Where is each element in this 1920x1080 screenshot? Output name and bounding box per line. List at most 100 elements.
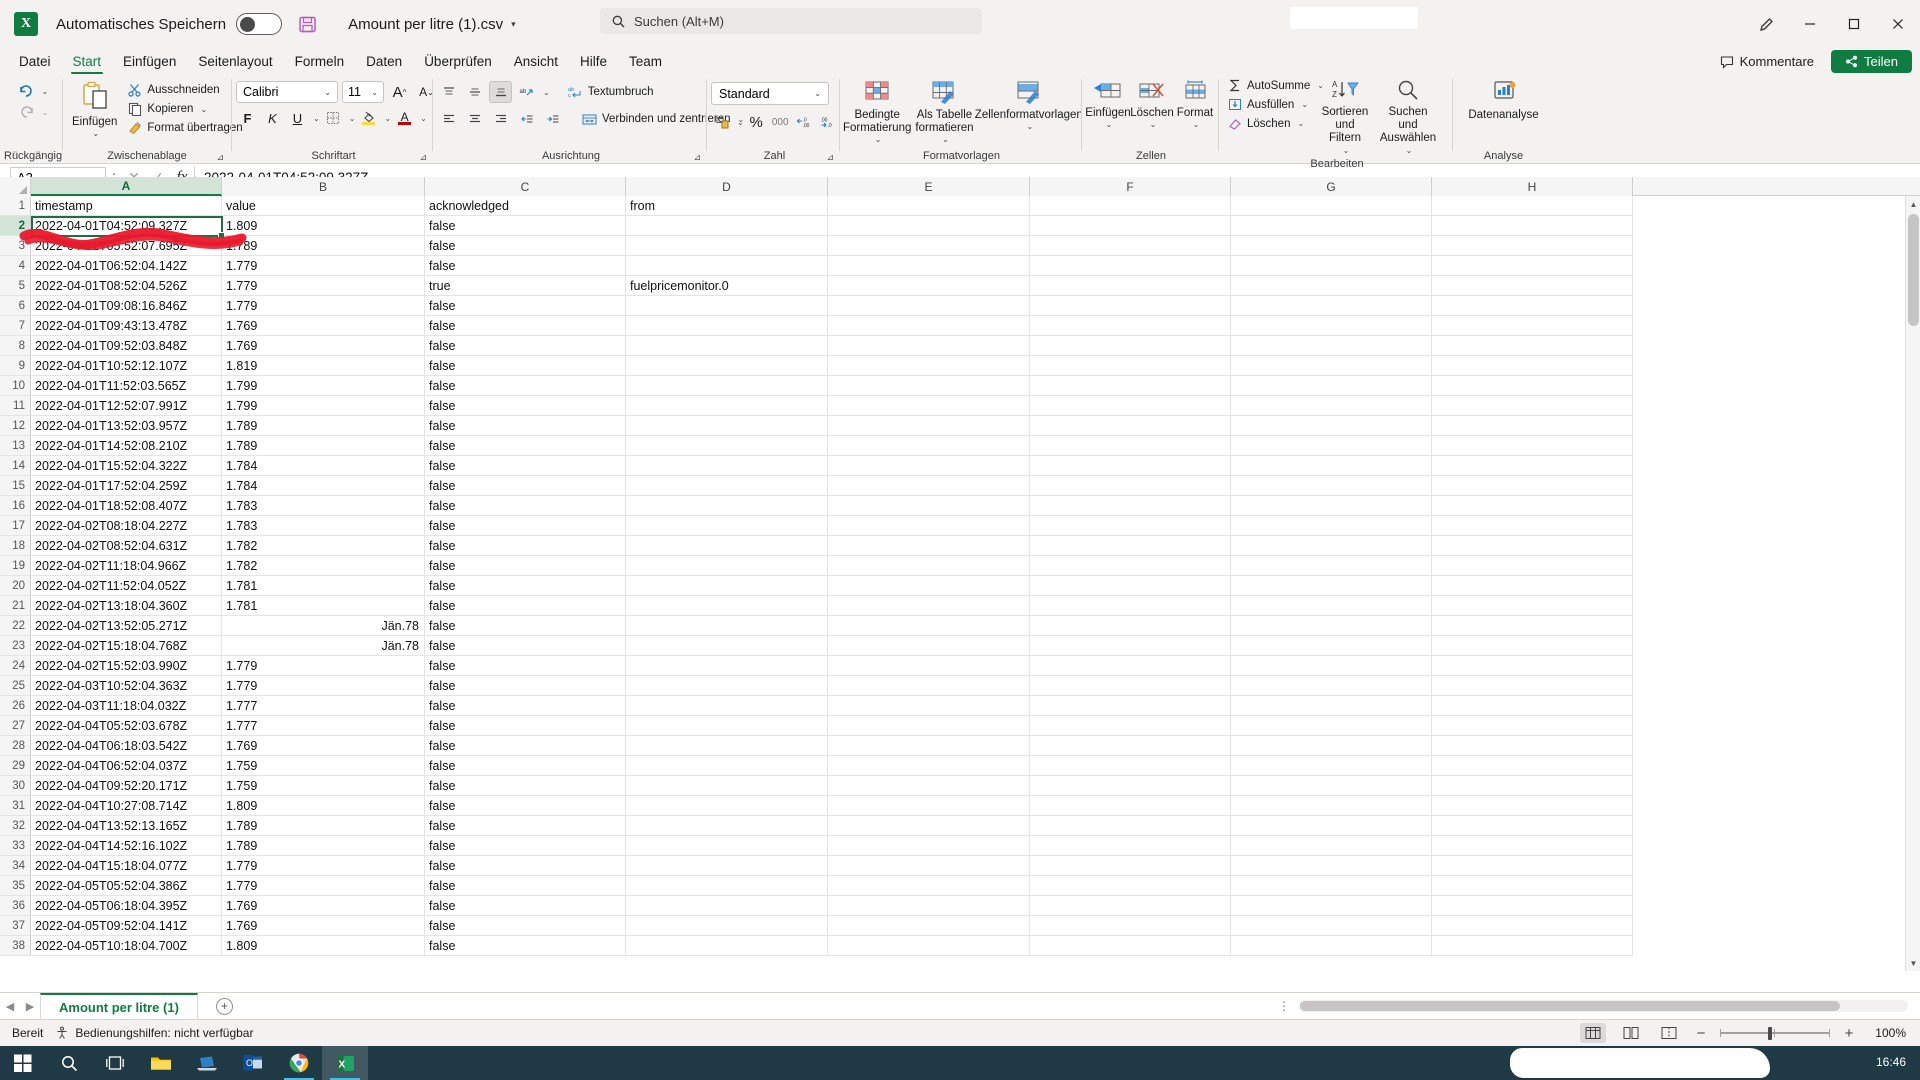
fill-button[interactable]: Ausfüllen ⌄ [1223, 96, 1315, 113]
cell-G37[interactable] [1231, 916, 1432, 936]
cell-E27[interactable] [828, 716, 1030, 736]
cell-E26[interactable] [828, 696, 1030, 716]
cell-G13[interactable] [1231, 436, 1432, 456]
format-cells-button[interactable]: Format ⌄ [1175, 78, 1215, 131]
percent-format-button[interactable]: % [745, 111, 768, 133]
cell-A33[interactable]: 2022-04-04T14:52:16.102Z [31, 836, 222, 856]
cell-E30[interactable] [828, 776, 1030, 796]
cell-C14[interactable]: false [425, 456, 626, 476]
cell-B38[interactable]: 1.809 [222, 936, 425, 956]
taskbar-clock[interactable]: 16:46 [1876, 1055, 1906, 1070]
cell-G28[interactable] [1231, 736, 1432, 756]
cell-G38[interactable] [1231, 936, 1432, 956]
row-header-22[interactable]: 22 [0, 616, 31, 636]
cell-A34[interactable]: 2022-04-04T15:18:04.077Z [31, 856, 222, 876]
cell-E32[interactable] [828, 816, 1030, 836]
align-left-button[interactable] [437, 108, 460, 130]
tab-hilfe[interactable]: Hilfe [569, 52, 618, 74]
row-header-20[interactable]: 20 [0, 576, 31, 596]
cell-F31[interactable] [1030, 796, 1231, 816]
cell-H1[interactable] [1432, 196, 1633, 216]
chevron-down-icon[interactable]: ⌄ [420, 114, 427, 123]
cell-G33[interactable] [1231, 836, 1432, 856]
cell-F3[interactable] [1030, 236, 1231, 256]
cell-H31[interactable] [1432, 796, 1633, 816]
zoom-slider-handle[interactable] [1768, 1027, 1772, 1040]
cell-E8[interactable] [828, 336, 1030, 356]
cell-A15[interactable]: 2022-04-01T17:52:04.259Z [31, 476, 222, 496]
zoom-out-button[interactable]: − [1694, 1025, 1708, 1042]
pen-icon[interactable] [1744, 0, 1788, 48]
cell-C21[interactable]: false [425, 596, 626, 616]
copy-button[interactable]: Kopieren ⌄ [123, 100, 247, 118]
cell-G11[interactable] [1231, 396, 1432, 416]
cell-G12[interactable] [1231, 416, 1432, 436]
tab-einfuegen[interactable]: Einfügen [112, 52, 187, 74]
cell-B18[interactable]: 1.782 [222, 536, 425, 556]
decrease-decimal-button[interactable]: .00.0 [817, 111, 840, 133]
cell-F16[interactable] [1030, 496, 1231, 516]
cell-H13[interactable] [1432, 436, 1633, 456]
cell-D6[interactable] [626, 296, 828, 316]
clipboard-dialog-launcher[interactable]: ⊿ [216, 152, 224, 163]
italic-button[interactable]: K [261, 107, 284, 129]
cell-C9[interactable]: false [425, 356, 626, 376]
cell-G8[interactable] [1231, 336, 1432, 356]
cell-F26[interactable] [1030, 696, 1231, 716]
cell-E14[interactable] [828, 456, 1030, 476]
cell-D19[interactable] [626, 556, 828, 576]
cell-H37[interactable] [1432, 916, 1633, 936]
cell-E19[interactable] [828, 556, 1030, 576]
cell-H32[interactable] [1432, 816, 1633, 836]
horizontal-scroll-thumb[interactable] [1300, 1001, 1840, 1011]
cell-G23[interactable] [1231, 636, 1432, 656]
cell-B19[interactable]: 1.782 [222, 556, 425, 576]
cell-A28[interactable]: 2022-04-04T06:18:03.542Z [31, 736, 222, 756]
cell-A19[interactable]: 2022-04-02T11:18:04.966Z [31, 556, 222, 576]
cell-C17[interactable]: false [425, 516, 626, 536]
cell-F6[interactable] [1030, 296, 1231, 316]
cell-A13[interactable]: 2022-04-01T14:52:08.210Z [31, 436, 222, 456]
cell-F28[interactable] [1030, 736, 1231, 756]
cell-G16[interactable] [1231, 496, 1432, 516]
cell-B33[interactable]: 1.789 [222, 836, 425, 856]
row-header-37[interactable]: 37 [0, 916, 31, 936]
cell-F36[interactable] [1030, 896, 1231, 916]
column-header-G[interactable]: G [1231, 177, 1432, 196]
cell-F21[interactable] [1030, 596, 1231, 616]
cell-G30[interactable] [1231, 776, 1432, 796]
cell-A32[interactable]: 2022-04-04T13:52:13.165Z [31, 816, 222, 836]
cell-E21[interactable] [828, 596, 1030, 616]
cell-E5[interactable] [828, 276, 1030, 296]
save-icon[interactable] [296, 13, 318, 35]
cell-G34[interactable] [1231, 856, 1432, 876]
insert-cells-button[interactable]: Einfügen ⌄ [1085, 78, 1131, 131]
cell-G26[interactable] [1231, 696, 1432, 716]
cell-A26[interactable]: 2022-04-03T11:18:04.032Z [31, 696, 222, 716]
wrap-text-button[interactable]: ab c Textumbruch [563, 83, 659, 101]
cell-D17[interactable] [626, 516, 828, 536]
tab-start[interactable]: Start [62, 52, 113, 74]
align-bottom-button[interactable] [489, 81, 512, 103]
cell-H20[interactable] [1432, 576, 1633, 596]
cell-D18[interactable] [626, 536, 828, 556]
row-header-29[interactable]: 29 [0, 756, 31, 776]
cell-B36[interactable]: 1.769 [222, 896, 425, 916]
row-header-13[interactable]: 13 [0, 436, 31, 456]
row-header-30[interactable]: 30 [0, 776, 31, 796]
cell-B22[interactable]: Jän.78 [222, 616, 425, 636]
undo-button[interactable]: ⌄ [13, 82, 54, 101]
redo-button[interactable]: ⌄ [13, 103, 54, 122]
orientation-button[interactable]: ab [515, 81, 538, 103]
row-header-38[interactable]: 38 [0, 936, 31, 956]
cell-A31[interactable]: 2022-04-04T10:27:08.714Z [31, 796, 222, 816]
cell-H24[interactable] [1432, 656, 1633, 676]
row-header-36[interactable]: 36 [0, 896, 31, 916]
cell-F7[interactable] [1030, 316, 1231, 336]
row-header-21[interactable]: 21 [0, 596, 31, 616]
cell-G36[interactable] [1231, 896, 1432, 916]
cell-E33[interactable] [828, 836, 1030, 856]
row-header-7[interactable]: 7 [0, 316, 31, 336]
cell-C8[interactable]: false [425, 336, 626, 356]
cell-D26[interactable] [626, 696, 828, 716]
